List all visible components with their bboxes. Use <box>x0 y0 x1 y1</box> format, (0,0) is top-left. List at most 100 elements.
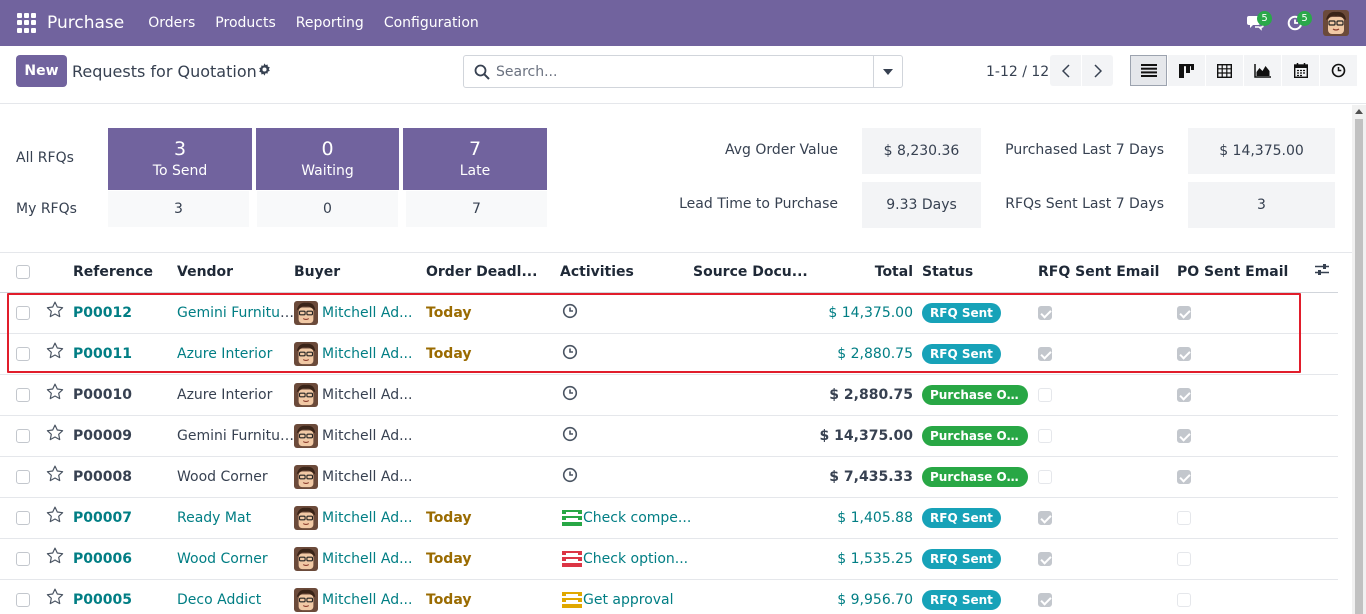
row-vendor[interactable]: Gemini Furniture <box>177 305 294 321</box>
row-vendor[interactable]: Gemini Furniture <box>177 428 294 444</box>
row-vendor[interactable]: Azure Interior <box>177 346 272 362</box>
my-to-send-count[interactable]: 3 <box>108 191 249 227</box>
table-row[interactable]: P00007 Ready Mat Mitchell Ad... Today Check … <box>0 497 1338 539</box>
activity-summary-text[interactable]: Check compe... <box>583 510 691 526</box>
col-source-document[interactable]: Source Docu... <box>693 252 808 293</box>
new-button[interactable]: New <box>16 55 67 87</box>
table-row[interactable]: P00010 Azure Interior Mitchell Ad... $ 2,88… <box>0 374 1338 416</box>
optional-columns-toggle[interactable] <box>1305 252 1338 293</box>
scrollbar-thumb[interactable] <box>1355 119 1363 614</box>
menu-orders[interactable]: Orders <box>138 15 205 31</box>
col-order-deadline[interactable]: Order Deadl... <box>426 252 560 293</box>
col-activities[interactable]: Activities <box>560 252 693 293</box>
star-icon[interactable] <box>46 506 64 527</box>
scroll-up-arrow[interactable] <box>1355 109 1363 114</box>
table-row[interactable]: P00005 Deco Addict Mitchell Ad... Today Get … <box>0 579 1338 614</box>
activity-summary-icon[interactable] <box>562 550 582 567</box>
row-vendor[interactable]: Azure Interior <box>177 387 272 403</box>
row-reference[interactable]: P00011 <box>73 346 132 362</box>
row-buyer[interactable]: Mitchell Ad... <box>322 510 412 526</box>
table-row[interactable]: P00009 Gemini Furniture Mitchell Ad... $ 14… <box>0 415 1338 457</box>
row-reference[interactable]: P00012 <box>73 305 132 321</box>
row-checkbox[interactable] <box>16 305 30 320</box>
activity-clock-icon[interactable] <box>562 385 578 405</box>
star-icon[interactable] <box>46 342 64 363</box>
pager-previous-button[interactable] <box>1050 55 1081 86</box>
pivot-view-button[interactable] <box>1206 55 1243 86</box>
user-avatar[interactable] <box>1323 10 1349 36</box>
star-icon[interactable] <box>46 465 64 486</box>
row-buyer[interactable]: Mitchell Ad... <box>322 387 412 403</box>
activity-summary-icon[interactable] <box>562 591 582 608</box>
row-reference[interactable]: P00006 <box>73 551 132 567</box>
activity-clock-icon[interactable] <box>562 303 578 323</box>
activities-button[interactable]: 5 <box>1275 0 1315 46</box>
col-po-sent-email[interactable]: PO Sent Email <box>1177 252 1305 293</box>
star-icon[interactable] <box>46 547 64 568</box>
col-total[interactable]: Total <box>808 252 922 293</box>
star-icon[interactable] <box>46 383 64 404</box>
table-row[interactable]: P00012 Gemini Furniture Mitchell Ad... Toda… <box>0 292 1338 334</box>
row-vendor[interactable]: Ready Mat <box>177 510 251 526</box>
activity-summary-text[interactable]: Check option... <box>583 551 688 567</box>
row-buyer[interactable]: Mitchell Ad... <box>322 592 412 608</box>
menu-reporting[interactable]: Reporting <box>286 15 374 31</box>
activity-view-button[interactable] <box>1320 55 1357 86</box>
row-checkbox[interactable] <box>16 551 30 566</box>
tile-to-send[interactable]: 3 To Send <box>108 128 252 190</box>
col-vendor[interactable]: Vendor <box>177 252 294 293</box>
row-reference[interactable]: P00008 <box>73 469 132 485</box>
table-row[interactable]: P00008 Wood Corner Mitchell Ad... $ 7,435.3… <box>0 456 1338 498</box>
row-vendor[interactable]: Deco Addict <box>177 592 261 608</box>
row-reference[interactable]: P00009 <box>73 428 132 444</box>
row-checkbox[interactable] <box>16 510 30 525</box>
row-checkbox[interactable] <box>16 592 30 607</box>
menu-configuration[interactable]: Configuration <box>374 15 489 31</box>
activity-clock-icon[interactable] <box>562 467 578 487</box>
vertical-scrollbar[interactable] <box>1352 105 1366 614</box>
gear-icon[interactable] <box>258 63 271 76</box>
search-input[interactable] <box>490 56 873 87</box>
pager-next-button[interactable] <box>1082 55 1113 86</box>
table-row[interactable]: P00006 Wood Corner Mitchell Ad... Today Chec… <box>0 538 1338 580</box>
col-rfq-sent-email[interactable]: RFQ Sent Email <box>1038 252 1177 293</box>
row-buyer[interactable]: Mitchell Ad... <box>322 428 412 444</box>
apps-menu-icon[interactable] <box>17 13 37 33</box>
row-buyer[interactable]: Mitchell Ad... <box>322 305 412 321</box>
row-vendor[interactable]: Wood Corner <box>177 469 268 485</box>
calendar-view-button[interactable] <box>1282 55 1319 86</box>
activity-clock-icon[interactable] <box>562 426 578 446</box>
row-buyer[interactable]: Mitchell Ad... <box>322 346 412 362</box>
row-reference[interactable]: P00005 <box>73 592 132 608</box>
activity-clock-icon[interactable] <box>562 344 578 364</box>
col-buyer[interactable]: Buyer <box>294 252 426 293</box>
menu-products[interactable]: Products <box>205 15 285 31</box>
row-checkbox[interactable] <box>16 428 30 443</box>
activity-summary-text[interactable]: Get approval <box>583 592 674 608</box>
row-reference[interactable]: P00010 <box>73 387 132 403</box>
tile-waiting[interactable]: 0 Waiting <box>256 128 399 190</box>
row-vendor[interactable]: Wood Corner <box>177 551 268 567</box>
star-icon[interactable] <box>46 588 64 609</box>
tile-late[interactable]: 7 Late <box>403 128 547 190</box>
star-icon[interactable] <box>46 301 64 322</box>
table-row[interactable]: P00011 Azure Interior Mitchell Ad... Today $… <box>0 333 1338 375</box>
row-buyer[interactable]: Mitchell Ad... <box>322 551 412 567</box>
graph-view-button[interactable] <box>1244 55 1281 86</box>
row-buyer[interactable]: Mitchell Ad... <box>322 469 412 485</box>
kanban-view-button[interactable] <box>1168 55 1205 86</box>
list-view-button[interactable] <box>1130 55 1167 86</box>
select-all-checkbox[interactable] <box>16 264 30 279</box>
row-checkbox[interactable] <box>16 469 30 484</box>
my-waiting-count[interactable]: 0 <box>257 191 398 227</box>
col-status[interactable]: Status <box>922 252 1038 293</box>
row-checkbox[interactable] <box>16 346 30 361</box>
row-checkbox[interactable] <box>16 387 30 402</box>
activity-summary-icon[interactable] <box>562 509 582 526</box>
star-icon[interactable] <box>46 424 64 445</box>
search-options-toggle[interactable] <box>873 56 902 87</box>
app-brand[interactable]: Purchase <box>47 13 124 33</box>
messages-button[interactable]: 5 <box>1235 0 1275 46</box>
pager-value[interactable]: 1-12 / 12 <box>986 64 1049 80</box>
my-late-count[interactable]: 7 <box>406 191 547 227</box>
